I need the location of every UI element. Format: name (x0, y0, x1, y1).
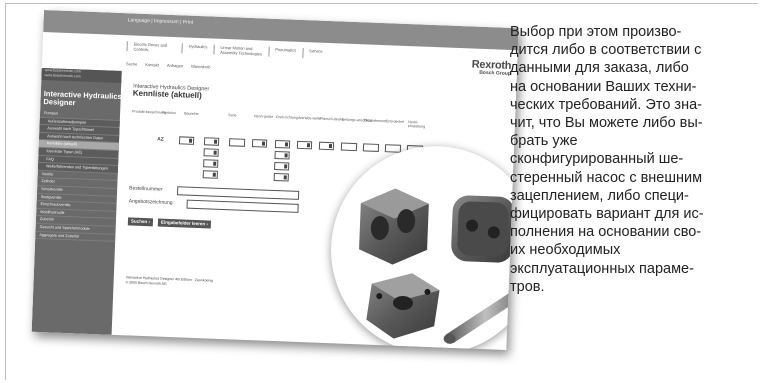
nav-linear-motion[interactable]: Linear Motion and Assembly Technologies (213, 44, 269, 57)
embedded-screenshot: Language | Impressum | Print Electric Dr… (31, 10, 519, 350)
top-nav: Electric Drives and Controls Hydraulics … (126, 41, 329, 59)
paragraph-line: полнения на основании сво- (510, 224, 702, 241)
flange-select[interactable] (318, 141, 335, 151)
paragraph-line: сконфигурированный ше- (510, 151, 684, 168)
series-select[interactable] (203, 148, 219, 157)
paragraph-line: дится либо в соответствии с (510, 42, 702, 59)
paragraph-line: их необходимых (510, 242, 621, 259)
rotation-select[interactable] (273, 172, 289, 182)
grid-column-header: Flansch-deckel (319, 116, 345, 122)
nav-electric-drives[interactable]: Electric Drives and Controls (126, 41, 182, 54)
paragraph-line: брать уже (510, 133, 578, 150)
series-select[interactable] (203, 137, 220, 146)
grid-column-header: Baureihe (184, 111, 199, 117)
sidebar-menu: Pumpen Außenzahnradpumpen Auswahl nach Typ… (35, 109, 121, 242)
paragraph-line: фицировать вариант для ис- (510, 206, 704, 223)
grid-column-header: Dicht-element (363, 118, 387, 124)
paragraph-line: тров. (510, 278, 545, 295)
description-paragraph: Выбор при этом произво-дится либо в соот… (510, 23, 768, 296)
order-number-input[interactable] (176, 186, 300, 200)
nav-service[interactable]: Service (301, 47, 329, 59)
shaft-select[interactable] (296, 140, 313, 150)
paragraph-line: ческих требований. Это зна- (510, 96, 702, 113)
paragraph-line: зацеплением, либо специ- (510, 187, 689, 204)
top-strip-links[interactable]: Language | Impressum | Print (128, 17, 194, 26)
sidebar-title: Interactive Hydraulics Designer (43, 89, 122, 109)
product-parts-image (327, 142, 519, 350)
pump-cover (451, 195, 515, 263)
series-select[interactable] (202, 170, 218, 179)
paragraph-line: Выбор при этом произво- (510, 24, 682, 40)
paragraph-line: стеренный насос с внешним (510, 169, 703, 186)
quote-drawing-input[interactable] (186, 199, 299, 213)
nav-hydraulics[interactable]: Hydraulics (181, 43, 214, 55)
nav-pneumatics[interactable]: Pneumatics (268, 46, 303, 58)
seal-input[interactable] (362, 143, 380, 152)
grid-column-header: End-deckel (385, 119, 405, 124)
paragraph-line: данными для заказа, либо (510, 60, 689, 77)
main-subtitle: Kennliste (aktuell) (132, 87, 202, 100)
clear-fields-button[interactable]: Eingabefelder leeren › (157, 218, 212, 229)
paragraph-line: чит, что Вы можете либо вы- (510, 115, 703, 132)
pump-housing-front (359, 188, 429, 265)
cart-link[interactable]: Warenkorb (191, 64, 211, 70)
paragraph-line: эксплуатационных параме- (510, 260, 694, 277)
series-select[interactable] (203, 159, 219, 168)
footer-copyright: Interactive Hydraulics Designer 4th Edit… (126, 275, 214, 287)
grid-column-header: Nenn-größe (254, 114, 274, 119)
serie-input[interactable] (228, 138, 246, 147)
grid-column-header: Ventil-einstellung (407, 120, 426, 129)
grid-column-header: Antriebs-welle (297, 115, 321, 121)
port-input[interactable] (340, 142, 358, 152)
order-number-label: Bestellnummer (129, 185, 163, 193)
grid-column-header: Dreh-richtung (275, 114, 298, 120)
brand-logo: Rexroth Bosch Group (471, 58, 512, 77)
config-grid-header: Produkt-bezeichnung Funktion Baureihe Serie… (132, 109, 432, 128)
main-title-block: Interactive Hydraulics Designer Kennlist… (133, 83, 210, 99)
grid-column-header: Serie (228, 113, 237, 118)
paragraph-line: на основании Ваших техни- (510, 78, 697, 95)
contact-link[interactable]: Kontakt (145, 62, 159, 68)
pump-parts-illustration (359, 188, 519, 344)
toolbar: Suche Kontakt Anfragen Warenkorb (126, 61, 219, 70)
rotation-select[interactable] (274, 150, 290, 160)
rotation-select[interactable] (274, 139, 291, 149)
quote-drawing-label: Angebotszeichnung (128, 198, 173, 207)
search-link[interactable]: Suche (126, 61, 138, 66)
search-button[interactable]: Suchen › (127, 217, 154, 227)
request-link[interactable]: Anfragen (167, 63, 183, 69)
product-code: AZ (156, 136, 164, 143)
flange-part (366, 273, 440, 339)
size-select[interactable] (251, 139, 268, 148)
grid-column-header: Funktion (162, 110, 177, 116)
rotation-select[interactable] (274, 161, 290, 171)
function-select[interactable] (178, 136, 195, 145)
